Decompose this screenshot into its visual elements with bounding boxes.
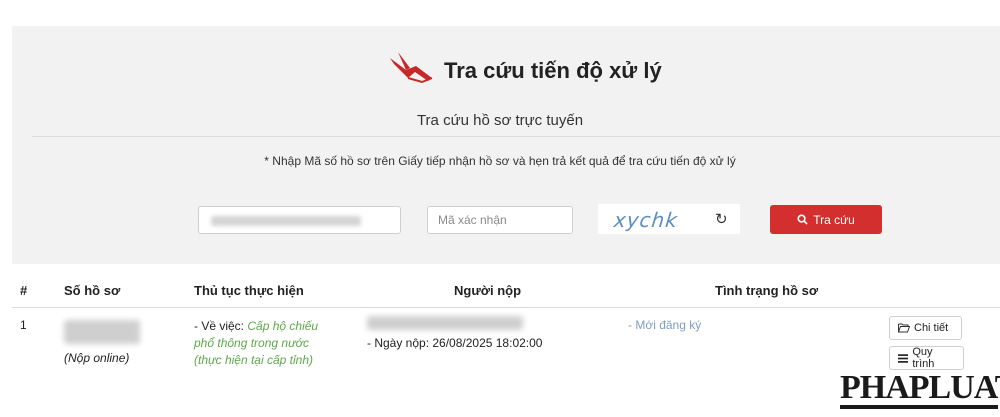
watermark-bar (840, 405, 998, 409)
submit-date: - Ngày nộp: 26/08/2025 18:02:00 (367, 336, 543, 350)
col-procedure-header: Thủ tục thực hiện (194, 283, 304, 298)
procedure-name-line1: Cấp hộ chiếu (247, 319, 319, 333)
detail-button-label: Chi tiết (914, 322, 949, 334)
watermark-text: PHAPLUAT (840, 369, 1000, 406)
search-icon (797, 214, 808, 225)
blurred-submitter-name (367, 316, 523, 330)
dossier-code-input[interactable] (198, 206, 401, 234)
procedure-name-line2: phổ thông trong nước (194, 336, 309, 350)
logo-icon (390, 52, 433, 84)
page-title: Tra cứu tiến độ xử lý (444, 58, 662, 83)
procedure-name-line3: (thực hiện tại cấp tỉnh) (194, 353, 313, 367)
captcha-input[interactable] (427, 206, 573, 234)
process-button-label: Quy trình (912, 346, 935, 370)
procedure-prefix: - Về việc: (194, 319, 248, 333)
detail-button[interactable]: Chi tiết (889, 316, 962, 340)
table-header-line (12, 307, 1000, 308)
page-subtitle: Tra cứu hồ sơ trực tuyến (416, 112, 584, 129)
captcha-text: xychk (612, 208, 680, 232)
list-icon (898, 353, 909, 363)
watermark-logo: PHAPLUAT (840, 368, 1000, 409)
col-code-header: Số hồ sơ (64, 283, 121, 298)
divider (32, 136, 1000, 137)
row-index: 1 (20, 318, 27, 332)
refresh-icon[interactable]: ↻ (715, 210, 728, 228)
instruction-text: * Nhập Mã số hồ sơ trên Giấy tiếp nhận h… (264, 154, 736, 168)
search-button-label: Tra cứu (813, 212, 855, 227)
captcha-image: xychk ↻ (598, 204, 740, 234)
col-status-header: Tình trạng hồ sơ (715, 283, 819, 298)
col-index-header: # (20, 283, 28, 298)
col-submitter-header: Người nộp (454, 283, 522, 298)
process-button[interactable]: Quy trình (889, 346, 964, 370)
search-button[interactable]: Tra cứu (770, 205, 882, 234)
submit-method: (Nộp online) (64, 351, 130, 365)
folder-open-icon (898, 323, 910, 333)
status-text: - Mới đăng ký (628, 318, 702, 332)
blurred-dossier-code (64, 320, 140, 344)
blurred-code-value (211, 216, 361, 226)
procedure-cell: - Về việc: Cấp hộ chiếu phổ thông trong … (194, 318, 318, 369)
